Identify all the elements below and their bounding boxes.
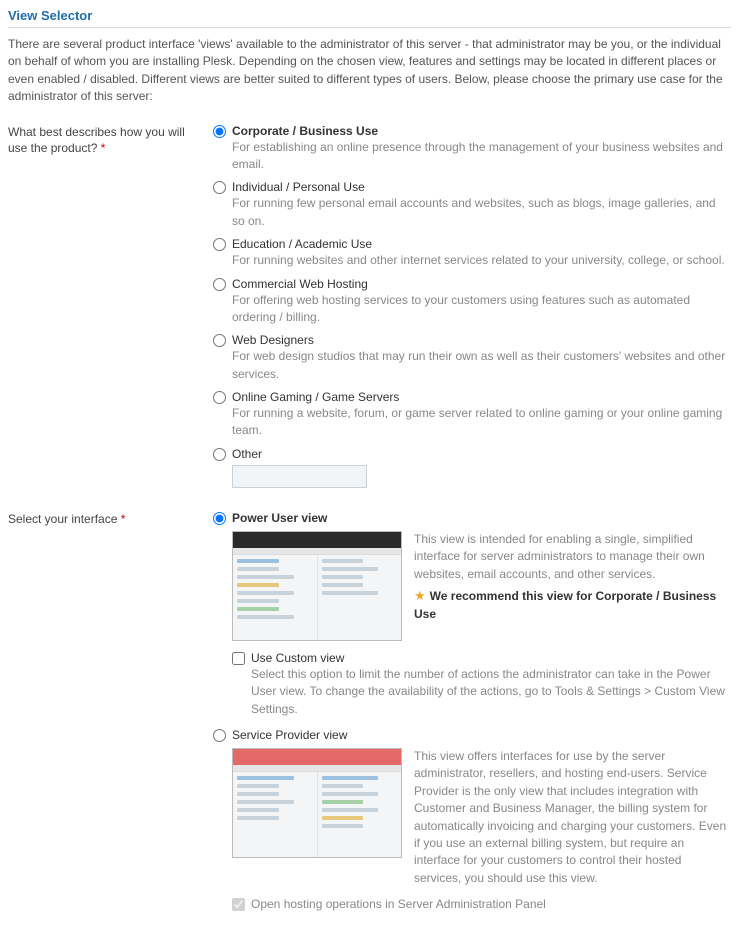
interface-label: Select your interface * [8, 511, 213, 528]
use-case-options: Corporate / Business Use For establishin… [213, 124, 731, 491]
radio-designers[interactable] [213, 334, 226, 347]
radio-hosting[interactable] [213, 278, 226, 291]
option-custom-view[interactable]: Use Custom view Select this option to li… [232, 651, 731, 722]
service-provider-thumbnail [232, 748, 402, 858]
option-designers-desc: For web design studios that may run thei… [232, 348, 731, 383]
use-case-label-text: What best describes how you will use the… [8, 125, 185, 156]
option-gaming-title: Online Gaming / Game Servers [232, 390, 731, 404]
option-education-desc: For running websites and other internet … [232, 252, 731, 269]
radio-individual[interactable] [213, 181, 226, 194]
option-corporate-title: Corporate / Business Use [232, 124, 731, 138]
option-hosting-title: Commercial Web Hosting [232, 277, 731, 291]
option-individual-desc: For running few personal email accounts … [232, 195, 731, 230]
required-marker: * [121, 512, 126, 526]
checkbox-open-hosting[interactable] [232, 898, 245, 911]
use-case-label: What best describes how you will use the… [8, 124, 213, 158]
option-hosting[interactable]: Commercial Web Hosting For offering web … [213, 277, 731, 331]
interface-label-text: Select your interface [8, 512, 117, 526]
option-individual[interactable]: Individual / Personal Use For running fe… [213, 180, 731, 234]
interface-row: Select your interface * Power User view [8, 511, 731, 914]
radio-service-provider[interactable] [213, 729, 226, 742]
power-user-desc: This view is intended for enabling a sin… [414, 531, 731, 583]
option-custom-view-desc: Select this option to limit the number o… [251, 666, 731, 718]
option-other-title: Other [232, 447, 731, 461]
option-designers-title: Web Designers [232, 333, 731, 347]
section-title: View Selector [8, 8, 731, 28]
checkbox-custom-view[interactable] [232, 652, 245, 665]
option-gaming[interactable]: Online Gaming / Game Servers For running… [213, 390, 731, 444]
option-gaming-desc: For running a website, forum, or game se… [232, 405, 731, 440]
interface-options: Power User view [213, 511, 731, 914]
option-open-hosting[interactable]: Open hosting operations in Server Admini… [232, 897, 731, 911]
option-hosting-desc: For offering web hosting services to you… [232, 292, 731, 327]
option-other[interactable]: Other [213, 447, 731, 488]
service-provider-desc: This view offers interfaces for use by t… [414, 748, 731, 887]
power-user-thumbnail [232, 531, 402, 641]
radio-power-user[interactable] [213, 512, 226, 525]
service-provider-detail: This view offers interfaces for use by t… [232, 748, 731, 887]
other-input[interactable] [232, 465, 367, 488]
power-user-recommend: We recommend this view for Corporate / B… [414, 589, 716, 621]
option-corporate-desc: For establishing an online presence thro… [232, 139, 731, 174]
option-designers[interactable]: Web Designers For web design studios tha… [213, 333, 731, 387]
option-education-title: Education / Academic Use [232, 237, 731, 251]
radio-gaming[interactable] [213, 391, 226, 404]
required-marker: * [101, 141, 106, 155]
use-case-row: What best describes how you will use the… [8, 124, 731, 491]
option-education[interactable]: Education / Academic Use For running web… [213, 237, 731, 273]
intro-text: There are several product interface 'vie… [8, 36, 731, 106]
option-power-user[interactable]: Power User view [213, 511, 731, 525]
option-open-hosting-title: Open hosting operations in Server Admini… [251, 897, 731, 911]
option-custom-view-title: Use Custom view [251, 651, 731, 665]
radio-education[interactable] [213, 238, 226, 251]
star-icon: ★ [414, 588, 426, 603]
option-service-provider-title: Service Provider view [232, 728, 731, 742]
power-user-detail: This view is intended for enabling a sin… [232, 531, 731, 641]
option-individual-title: Individual / Personal Use [232, 180, 731, 194]
option-service-provider[interactable]: Service Provider view [213, 728, 731, 742]
radio-corporate[interactable] [213, 125, 226, 138]
radio-other[interactable] [213, 448, 226, 461]
option-corporate[interactable]: Corporate / Business Use For establishin… [213, 124, 731, 178]
option-power-user-title: Power User view [232, 511, 731, 525]
